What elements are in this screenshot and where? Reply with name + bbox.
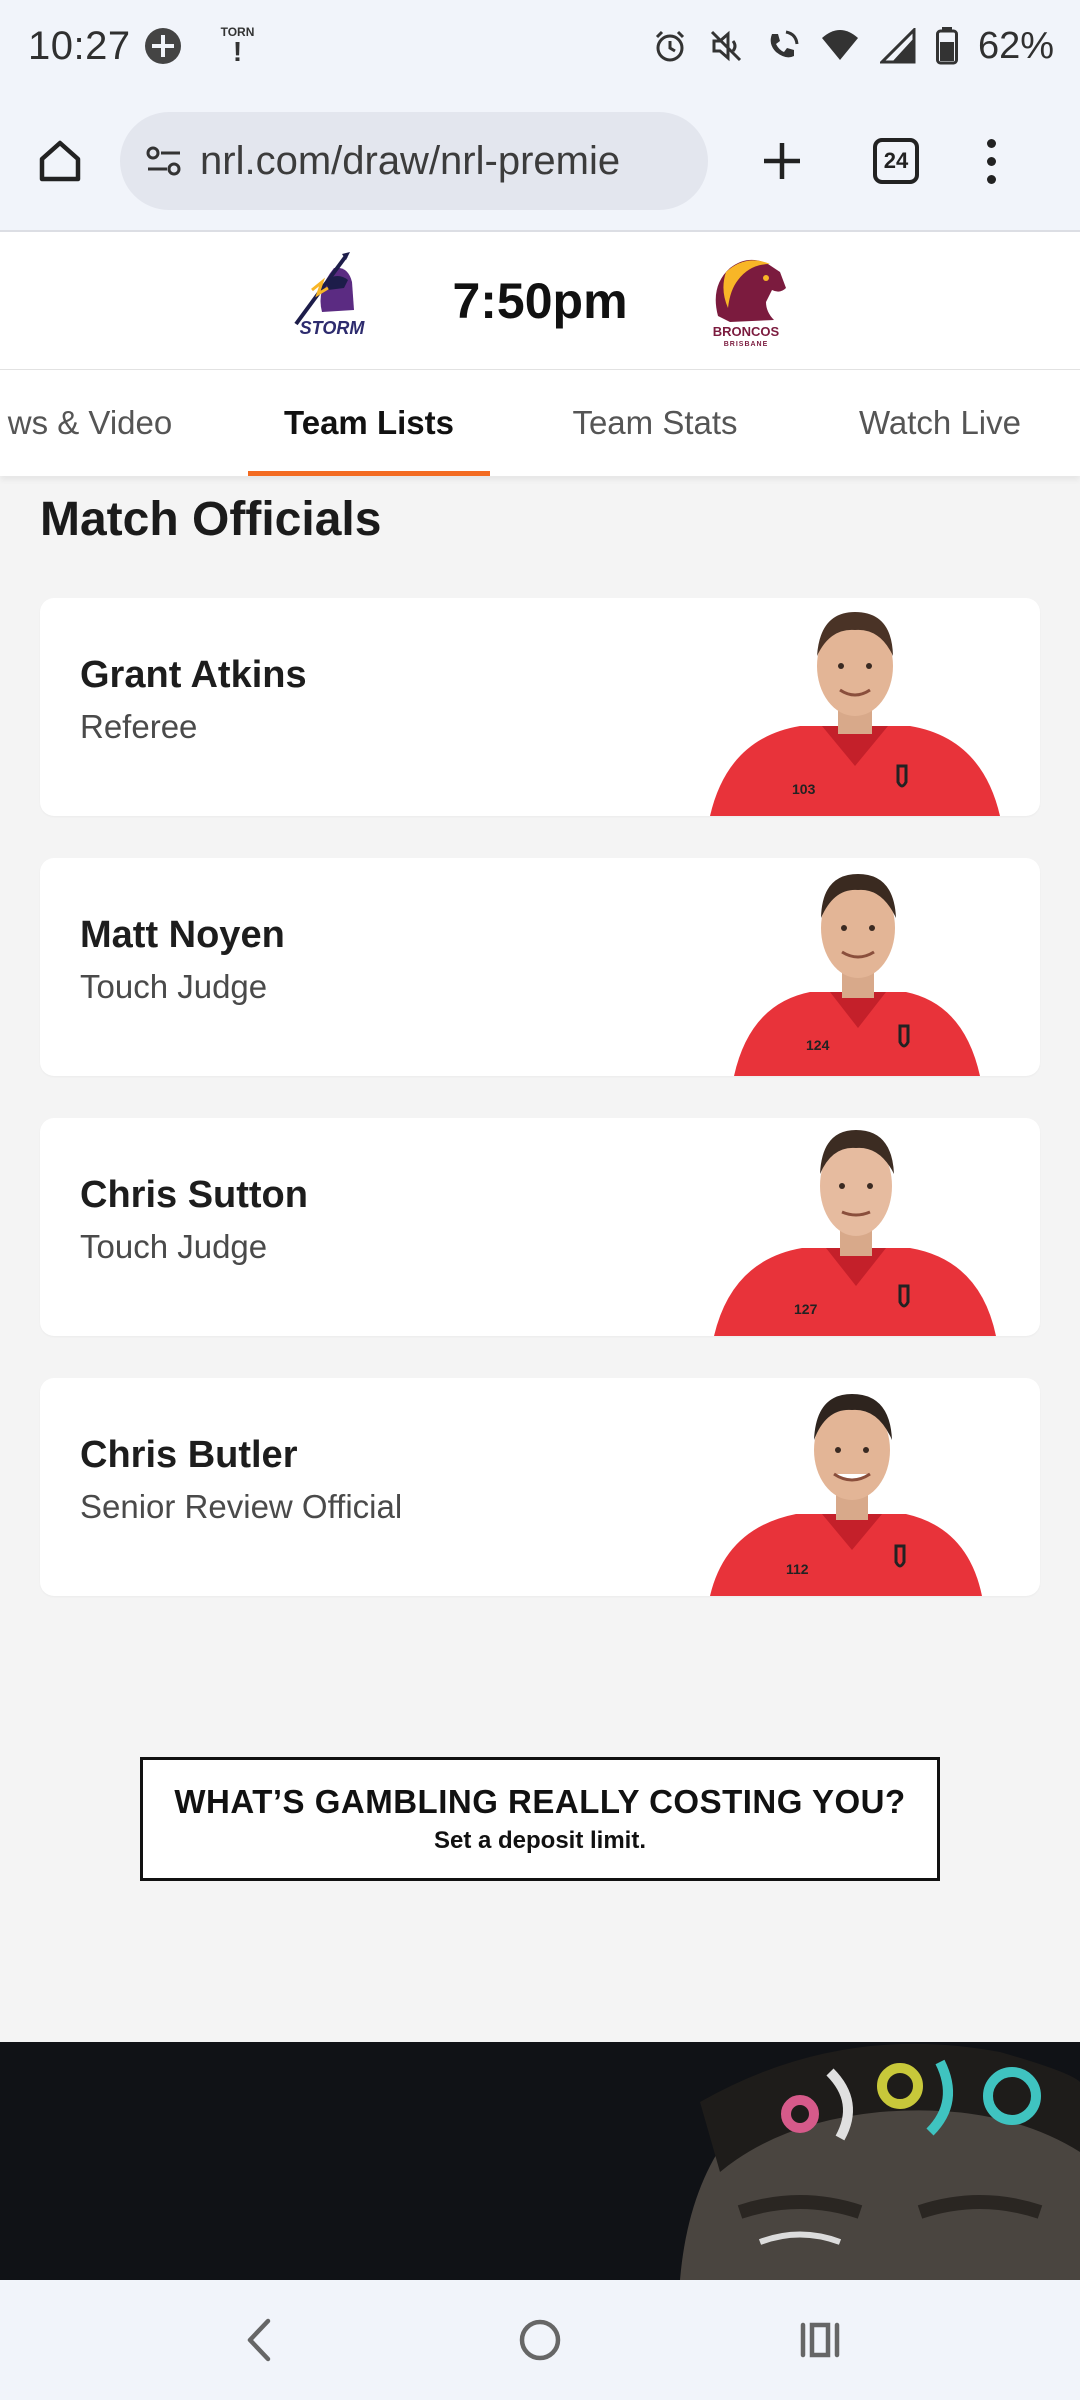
gambling-notice-subtitle: Set a deposit limit.	[433, 1827, 647, 1854]
official-jersey-number: 127	[794, 1301, 818, 1317]
official-card[interactable]: Chris Sutton Touch Judge 127	[40, 1118, 1040, 1336]
promo-banner[interactable]	[0, 2042, 1080, 2280]
official-card[interactable]: Matt Noyen Touch Judge 124	[40, 858, 1040, 1076]
recent-apps-icon	[800, 2322, 840, 2358]
promo-banner-image	[0, 2042, 1080, 2280]
browser-toolbar: nrl.com/draw/nrl-premie 24	[0, 92, 1080, 232]
game-notification-icon	[144, 28, 181, 64]
gambling-notice[interactable]: WHAT’S GAMBLING REALLY COSTING YOU? Set …	[140, 1757, 940, 1881]
system-navigation-bar	[0, 2280, 1080, 2400]
status-bar: 10:27 TORN ! 62%	[0, 0, 1080, 92]
battery-icon	[935, 27, 958, 65]
new-tab-button[interactable]	[746, 125, 818, 197]
back-icon	[247, 2318, 271, 2362]
plus-icon	[764, 143, 800, 179]
menu-dot-icon	[986, 138, 996, 148]
address-bar[interactable]: nrl.com/draw/nrl-premie	[120, 112, 708, 210]
official-photo: 127	[714, 1130, 996, 1336]
menu-dot-icon	[986, 174, 996, 184]
url-text: nrl.com/draw/nrl-premie	[200, 138, 621, 183]
tab-team-stats[interactable]: Team Stats	[530, 370, 780, 476]
official-name: Matt Noyen	[80, 914, 285, 956]
alarm-icon	[655, 30, 684, 62]
official-photo: 112	[710, 1394, 982, 1596]
official-role: Touch Judge	[80, 968, 268, 1005]
match-tabs: ws & Video Team Lists Team Stats Watch L…	[0, 370, 1080, 476]
official-jersey-number: 124	[806, 1037, 830, 1053]
recent-apps-button[interactable]	[775, 2295, 865, 2385]
back-button[interactable]	[215, 2295, 305, 2385]
official-card[interactable]: Grant Atkins Referee 103	[40, 598, 1040, 816]
tab-count: 24	[873, 138, 919, 184]
official-photo: 124	[734, 874, 980, 1076]
tab-news-video[interactable]: ws & Video	[0, 370, 200, 476]
mute-icon	[710, 30, 741, 62]
official-photo: 103	[710, 612, 1000, 816]
status-right: 62%	[652, 25, 1054, 68]
site-settings-icon[interactable]	[144, 141, 184, 181]
tab-team-lists[interactable]: Team Lists	[248, 370, 490, 476]
match-time: 7:50pm	[452, 273, 628, 329]
cellular-signal-icon	[879, 28, 916, 64]
match-header: STORM 7:50pm BRONCOS BRISBANE	[0, 232, 1080, 370]
battery-percentage: 62%	[977, 24, 1054, 67]
official-role: Referee	[80, 708, 198, 745]
home-icon	[39, 140, 81, 182]
torn-badge-alert: !	[232, 36, 243, 67]
tab-watch-live[interactable]: Watch Live	[820, 370, 1060, 476]
section-title: Match Officials	[40, 493, 382, 546]
official-card[interactable]: Chris Butler Senior Review Official 112	[40, 1378, 1040, 1596]
home-nav-button[interactable]	[495, 2295, 585, 2385]
wifi-calling-icon	[770, 30, 799, 58]
gambling-notice-title: WHAT’S GAMBLING REALLY COSTING YOU?	[174, 1783, 906, 1820]
browser-menu-button[interactable]	[966, 125, 1016, 197]
home-circle-icon	[519, 2319, 561, 2361]
official-name: Grant Atkins	[80, 654, 307, 696]
official-jersey-number: 112	[786, 1561, 809, 1577]
broncos-logo[interactable]: BRONCOS BRISBANE	[696, 250, 796, 350]
official-jersey-number: 103	[792, 781, 816, 797]
broncos-logo-text: BRONCOS	[713, 324, 780, 339]
broncos-logo-subtext: BRISBANE	[724, 341, 769, 348]
status-left: 10:27 TORN !	[28, 24, 254, 69]
official-role: Touch Judge	[80, 1228, 268, 1265]
official-name: Chris Sutton	[80, 1174, 308, 1216]
official-role: Senior Review Official	[80, 1488, 403, 1525]
torn-notification-icon: TORN !	[221, 26, 255, 66]
status-time: 10:27	[28, 23, 131, 68]
home-button[interactable]	[24, 125, 96, 197]
official-name: Chris Butler	[80, 1434, 298, 1476]
tab-switcher-button[interactable]: 24	[860, 125, 932, 197]
menu-dot-icon	[986, 156, 996, 166]
wifi-icon	[821, 30, 858, 60]
